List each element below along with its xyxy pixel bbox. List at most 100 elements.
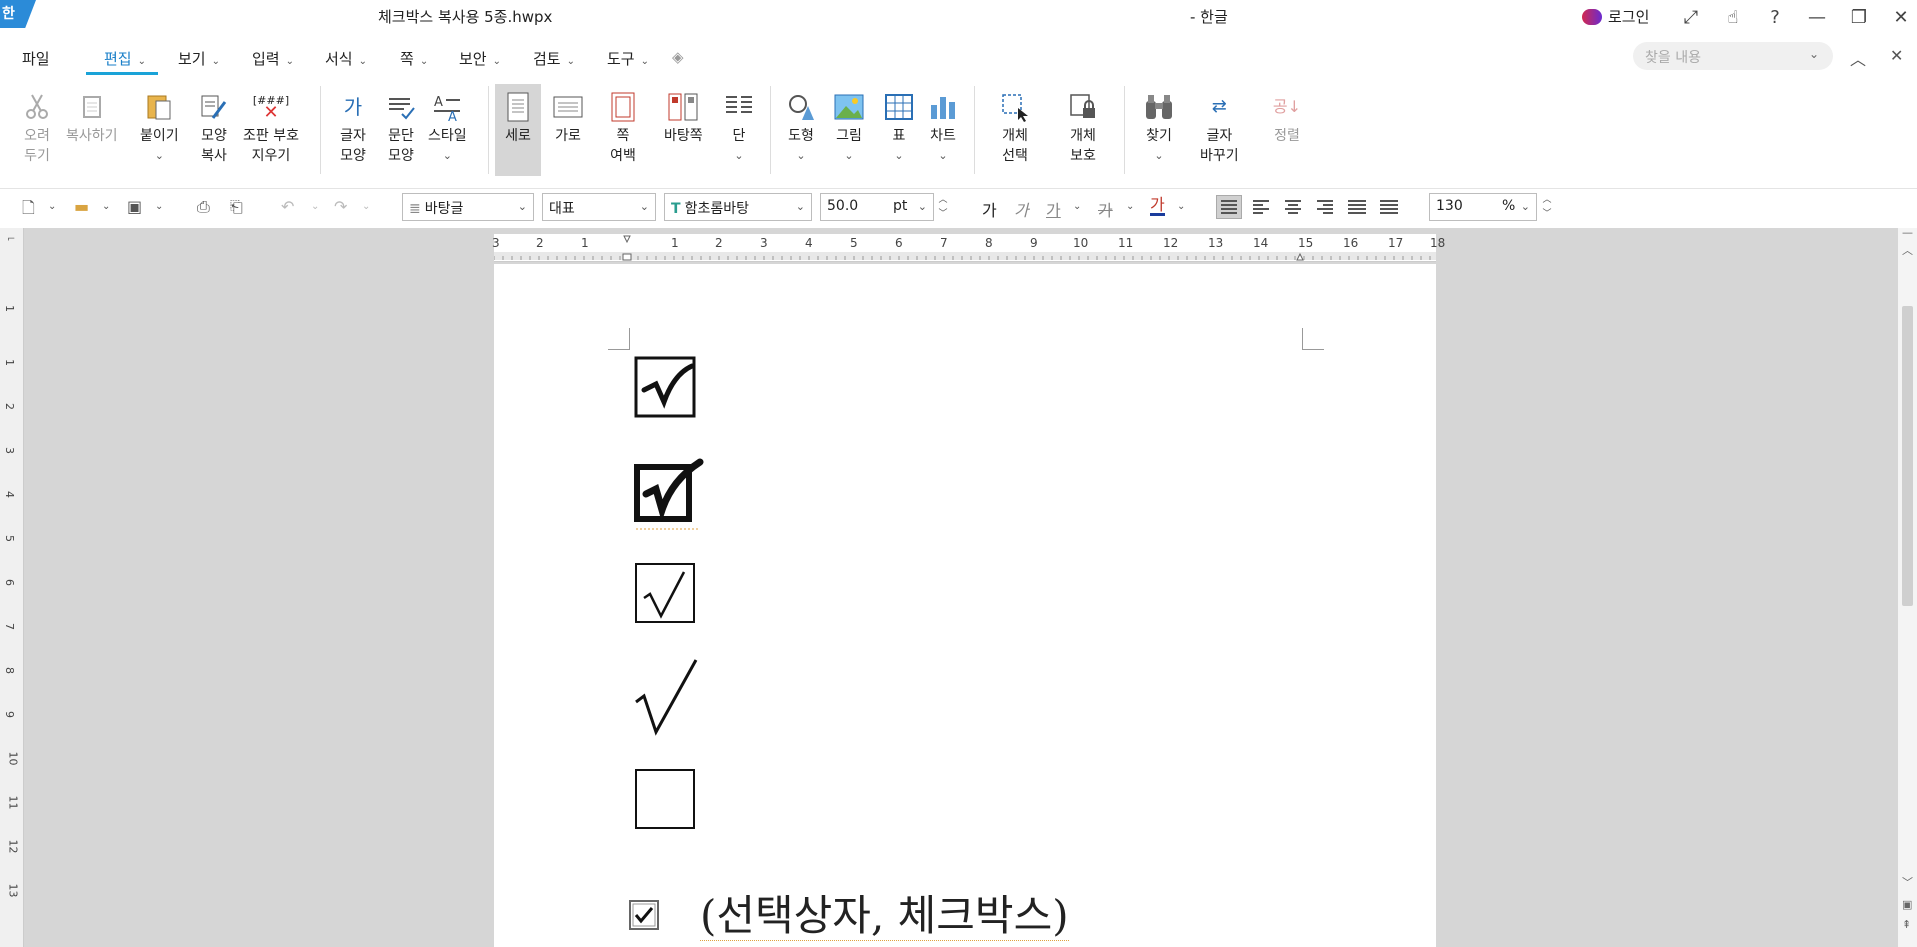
- chevron-down-icon[interactable]: ⌄: [1177, 201, 1185, 212]
- chevron-down-icon[interactable]: ⌄: [140, 146, 179, 166]
- justify-align-button[interactable]: [1216, 195, 1242, 219]
- undo-icon[interactable]: ↶: [281, 197, 294, 216]
- distribute-align-button[interactable]: [1344, 195, 1370, 219]
- search-input[interactable]: 찾을 내용 ⌄: [1633, 42, 1833, 70]
- picture-button[interactable]: 그림 ⌄: [832, 90, 866, 166]
- small-checkbox-icon[interactable]: [628, 899, 660, 935]
- horizontal-ruler[interactable]: 3 2 1 1 2 3 4 5 6 7 8 9 10 11 12 13 14 1…: [492, 234, 1445, 262]
- chevron-down-icon[interactable]: ⌄: [1073, 201, 1081, 212]
- restore-button[interactable]: ❐: [1838, 2, 1880, 32]
- background-page-button[interactable]: 바탕쪽: [664, 90, 703, 146]
- help-icon[interactable]: ?: [1754, 2, 1796, 32]
- italic-button[interactable]: 가: [1014, 197, 1029, 221]
- scroll-thumb[interactable]: [1902, 306, 1913, 606]
- para-shape-button[interactable]: 문단 모양: [384, 90, 418, 166]
- char-shape-button[interactable]: 가 글자 모양: [336, 90, 370, 166]
- print-icon[interactable]: ⎙: [197, 197, 210, 217]
- underline-button[interactable]: 가: [1046, 197, 1061, 221]
- chevron-down-icon[interactable]: ⌄: [784, 146, 818, 166]
- chevron-down-icon[interactable]: ⌄: [362, 201, 370, 212]
- menu-review[interactable]: 검토 ⌄: [533, 48, 575, 69]
- chart-button[interactable]: 차트 ⌄: [926, 90, 960, 166]
- checkbox-empty-icon[interactable]: [634, 768, 700, 836]
- left-align-button[interactable]: [1248, 195, 1274, 219]
- table-button[interactable]: 표 ⌄: [882, 90, 916, 166]
- menu-file[interactable]: 파일: [22, 48, 50, 69]
- object-select-button[interactable]: 개체 선택: [998, 90, 1032, 166]
- font-size-input[interactable]: 50.0 pt ⌄: [820, 193, 934, 221]
- checkbox-radical-icon[interactable]: [634, 562, 700, 630]
- spin-up-icon[interactable]: ︿: [936, 193, 950, 207]
- close-doc-icon[interactable]: ✕: [1890, 46, 1903, 65]
- spin-down-icon[interactable]: ﹀: [1540, 207, 1554, 221]
- menu-edit[interactable]: 편집 ⌄: [104, 48, 146, 69]
- vertical-scrollbar[interactable]: — ︿ ﹀ ▣ ⇞: [1898, 226, 1917, 947]
- zoom-spinner[interactable]: ︿ ﹀: [1540, 193, 1554, 221]
- menu-page[interactable]: 쪽 ⌄: [400, 48, 428, 69]
- chevron-down-icon[interactable]: ⌄: [48, 201, 56, 212]
- spin-up-icon[interactable]: ︿: [1540, 193, 1554, 207]
- chevron-down-icon[interactable]: ⌄: [882, 146, 916, 166]
- font-select[interactable]: T 함초롬바탕 ⌄: [664, 193, 812, 221]
- style-select[interactable]: ≣ 바탕글 ⌄: [402, 193, 534, 221]
- sort-button[interactable]: 공 ↓ 정렬: [1270, 90, 1304, 146]
- checkbox-checked-bold-icon[interactable]: [628, 458, 704, 536]
- cut-button[interactable]: 오려 두기: [20, 90, 54, 166]
- redo-icon[interactable]: ↷: [334, 197, 347, 216]
- split-align-button[interactable]: [1376, 195, 1402, 219]
- bold-button[interactable]: 가: [982, 197, 997, 221]
- zoom-input[interactable]: 130 % ⌄: [1429, 193, 1537, 221]
- chevron-down-icon[interactable]: ⌄: [155, 201, 163, 212]
- scroll-up-icon[interactable]: ︿: [1902, 242, 1913, 258]
- page-layout-icon[interactable]: ▣: [1902, 898, 1912, 911]
- touch-mode-icon[interactable]: ☝: [1712, 2, 1754, 32]
- find-button[interactable]: 찾기 ⌄: [1142, 90, 1176, 166]
- format-copy-button[interactable]: 모양 복사: [197, 90, 231, 166]
- new-document-icon[interactable]: 🗋: [22, 197, 35, 224]
- portrait-button[interactable]: 세로: [495, 84, 541, 176]
- minimize-button[interactable]: —: [1796, 2, 1838, 32]
- checkbox-checked-1-icon[interactable]: [634, 356, 700, 424]
- center-align-button[interactable]: [1280, 195, 1306, 219]
- prev-page-icon[interactable]: ⇞: [1902, 918, 1911, 931]
- copy-button[interactable]: 복사하기: [66, 90, 118, 146]
- shape-button[interactable]: 도형 ⌄: [784, 90, 818, 166]
- open-folder-icon[interactable]: ▬: [74, 197, 89, 216]
- menu-insert[interactable]: 입력 ⌄: [252, 48, 294, 69]
- close-button[interactable]: ✕: [1880, 2, 1917, 32]
- landscape-button[interactable]: 가로: [551, 90, 585, 146]
- chevron-down-icon[interactable]: ⌄: [1126, 201, 1134, 212]
- menu-security[interactable]: 보안 ⌄: [459, 48, 501, 69]
- chevron-down-icon[interactable]: ⌄: [102, 201, 110, 212]
- vertical-ruler[interactable]: ⌐ 1 1 2 3 4 5 6 7 8 9 10 11 12 13: [0, 228, 24, 947]
- font-size-spinner[interactable]: ︿ ﹀: [936, 193, 950, 221]
- save-icon[interactable]: ▣: [127, 197, 142, 216]
- char-change-button[interactable]: ⇄ 글자 바꾸기: [1200, 90, 1239, 166]
- chevron-down-icon[interactable]: ⌄: [311, 201, 319, 212]
- column-button[interactable]: 단 ⌄: [722, 90, 756, 166]
- fullscreen-icon[interactable]: ⤢: [1670, 2, 1712, 32]
- check-mark-radical-icon[interactable]: [634, 658, 700, 742]
- paste-button[interactable]: 붙이기 ⌄: [140, 90, 179, 166]
- login-button[interactable]: 로그인: [1582, 6, 1649, 27]
- app-badge[interactable]: 한: [0, 0, 36, 28]
- chevron-down-icon[interactable]: ⌄: [1142, 146, 1176, 166]
- chevron-down-icon[interactable]: ⌄: [1809, 47, 1819, 61]
- menu-format[interactable]: 서식 ⌄: [325, 48, 367, 69]
- style-button[interactable]: AA 스타일 ⌄: [428, 90, 467, 166]
- chevron-down-icon[interactable]: ⌄: [832, 146, 866, 166]
- ruler-corner-icon[interactable]: ⌐: [7, 234, 15, 245]
- scroll-down-icon[interactable]: ﹀: [1902, 874, 1913, 890]
- menu-view[interactable]: 보기 ⌄: [178, 48, 220, 69]
- chevron-down-icon[interactable]: ⌄: [926, 146, 960, 166]
- chevron-down-icon[interactable]: ⌄: [722, 146, 756, 166]
- spin-down-icon[interactable]: ﹀: [936, 207, 950, 221]
- right-align-button[interactable]: [1312, 195, 1338, 219]
- language-select[interactable]: 대표 ⌄: [542, 193, 656, 221]
- chevron-down-icon[interactable]: ⌄: [428, 146, 467, 166]
- page-margin-button[interactable]: 쪽 여백: [606, 90, 640, 166]
- strikethrough-button[interactable]: 가: [1098, 197, 1113, 221]
- font-color-button[interactable]: 가: [1150, 197, 1165, 216]
- clear-code-button[interactable]: [###] ✕ 조판 부호 지우기: [243, 90, 299, 166]
- object-protect-button[interactable]: 개체 보호: [1066, 90, 1100, 166]
